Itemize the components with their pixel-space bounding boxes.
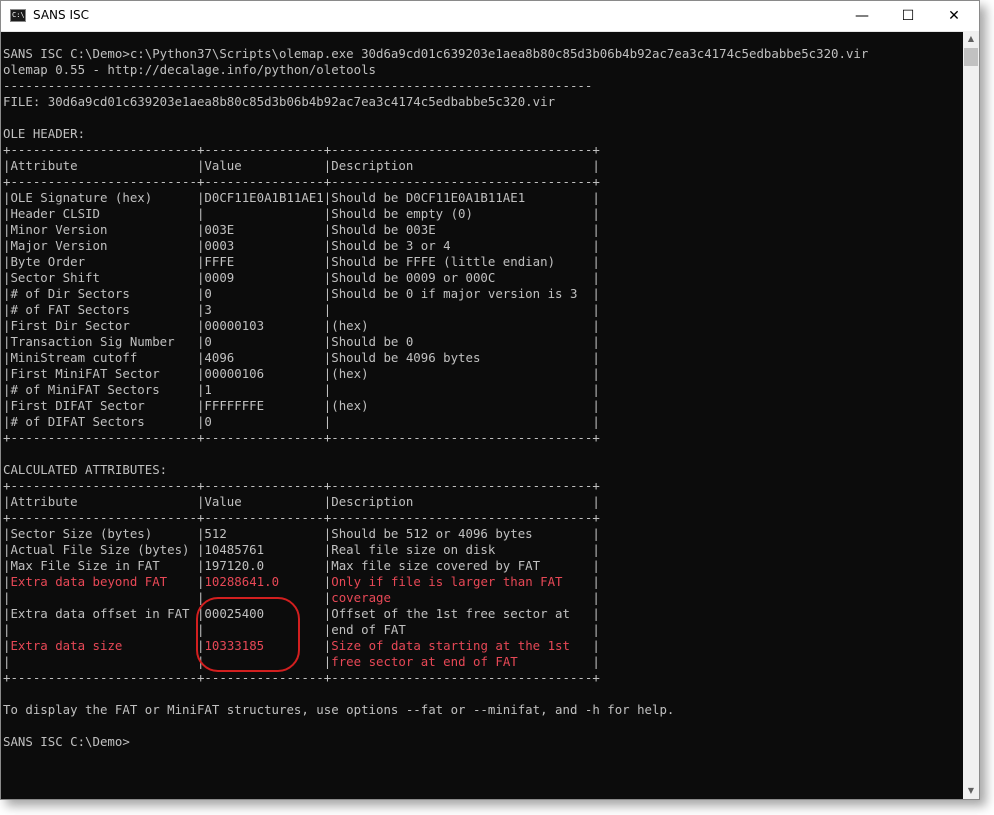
table-border: | [592,590,600,605]
close-button[interactable]: ✕ [931,1,977,31]
terminal-line: |Major Version |0003 |Should be 3 or 4 | [3,238,600,253]
highlighted-text: coverage [331,590,593,605]
table-border: | [592,574,600,589]
terminal-line: | | |coverage | [3,590,868,606]
table-border: | [592,654,600,669]
terminal-line: FILE: 30d6a9cd01c639203e1aea8b80c85d3b06… [3,94,556,109]
console-icon: C:\ [10,9,26,22]
terminal-line: ----------------------------------------… [3,78,593,93]
terminal-line: To display the FAT or MiniFAT structures… [3,702,675,717]
terminal-line: |Sector Shift |0009 |Should be 0009 or 0… [3,270,600,285]
annotation-circle [196,597,300,672]
terminal-line: SANS ISC C:\Demo>c:\Python37\Scripts\ole… [3,46,869,61]
highlighted-text: Size of data starting at the 1st [331,638,593,653]
highlighted-text [10,654,197,669]
terminal-line: |Extra data beyond FAT |10288641.0 |Only… [3,574,868,590]
terminal-line: +-------------------------+-------------… [3,430,600,445]
terminal-line: |OLE Signature (hex) |D0CF11E0A1B11AE1|S… [3,190,600,205]
terminal-line: CALCULATED ATTRIBUTES: [3,462,168,477]
console-icon-text: C:\ [12,11,25,19]
maximize-button[interactable]: ☐ [885,1,931,31]
terminal-line: | | |end of FAT | [3,622,600,637]
terminal-line: |# of MiniFAT Sectors |1 | | [3,382,600,397]
vertical-scrollbar[interactable]: ▲ ▼ [963,31,979,799]
terminal-line: SANS ISC C:\Demo> [3,734,130,749]
terminal-line: |MiniStream cutoff |4096 |Should be 4096… [3,350,600,365]
terminal-line: |First DIFAT Sector |FFFFFFFE |(hex) | [3,398,600,413]
highlighted-text: free sector at end of FAT [331,654,593,669]
terminal-output: SANS ISC C:\Demo>c:\Python37\Scripts\ole… [3,46,868,750]
highlighted-text [10,590,197,605]
terminal-line: olemap 0.55 - http://decalage.info/pytho… [3,62,376,77]
terminal-line: | | |free sector at end of FAT | [3,654,868,670]
title-bar[interactable]: C:\ SANS ISC — ☐ ✕ [1,1,979,32]
terminal-line: |Max File Size in FAT |197120.0 |Max fil… [3,558,600,573]
scrollbar-thumb[interactable] [964,48,978,66]
terminal-line: |Header CLSID | |Should be empty (0) | [3,206,600,221]
terminal-line: |Attribute |Value |Description | [3,158,600,173]
terminal-line: |Transaction Sig Number |0 |Should be 0 … [3,334,600,349]
terminal-area[interactable]: SANS ISC C:\Demo>c:\Python37\Scripts\ole… [1,31,963,799]
scroll-up-arrow-icon[interactable]: ▲ [963,31,979,47]
highlighted-text: Extra data size [10,638,197,653]
terminal-line: +-------------------------+-------------… [3,478,600,493]
terminal-line: |First Dir Sector |00000103 |(hex) | [3,318,600,333]
terminal-line: +-------------------------+-------------… [3,670,600,685]
terminal-line: +-------------------------+-------------… [3,510,600,525]
highlighted-text: 10288641.0 [204,574,324,589]
terminal-line: |Minor Version |003E |Should be 003E | [3,222,600,237]
terminal-line: |# of DIFAT Sectors |0 | | [3,414,600,429]
terminal-line: |Actual File Size (bytes) |10485761 |Rea… [3,542,600,557]
minimize-button[interactable]: — [839,1,885,31]
highlighted-text: Only if file is larger than FAT [331,574,593,589]
terminal-line: |First MiniFAT Sector |00000106 |(hex) | [3,366,600,381]
terminal-line: |# of FAT Sectors |3 | | [3,302,600,317]
highlighted-text: Extra data beyond FAT [10,574,197,589]
terminal-line: +-------------------------+-------------… [3,142,600,157]
terminal-line: |# of Dir Sectors |0 |Should be 0 if maj… [3,286,600,301]
table-border: | [592,638,600,653]
window-title: SANS ISC [33,8,89,22]
terminal-line: |Attribute |Value |Description | [3,494,600,509]
scroll-down-arrow-icon[interactable]: ▼ [963,783,979,799]
terminal-line: |Byte Order |FFFE |Should be FFFE (littl… [3,254,600,269]
terminal-line: |Extra data offset in FAT |00025400 |Off… [3,606,600,621]
terminal-line: OLE HEADER: [3,126,86,141]
console-window: C:\ SANS ISC — ☐ ✕ SANS ISC C:\Demo>c:\P… [0,0,980,800]
terminal-line: +-------------------------+-------------… [3,174,600,189]
terminal-line: |Sector Size (bytes) |512 |Should be 512… [3,526,600,541]
terminal-line: |Extra data size |10333185 |Size of data… [3,638,868,654]
